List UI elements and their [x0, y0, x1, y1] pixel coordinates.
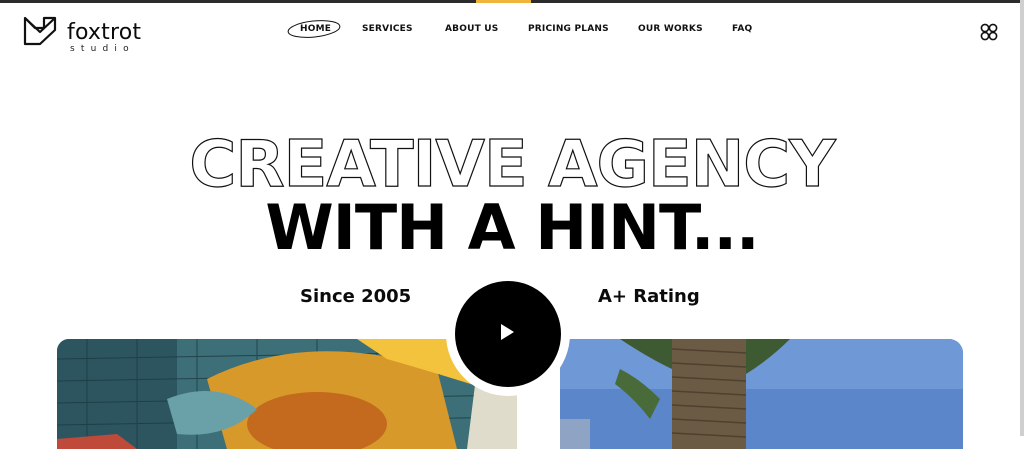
palm-picture [560, 339, 963, 449]
mural-picture [57, 339, 517, 449]
play-video-button[interactable] [455, 281, 561, 387]
brand-subtitle: studio [70, 44, 135, 54]
play-icon [501, 324, 514, 340]
stat-since: Since 2005 [300, 286, 412, 307]
top-accent-bar [476, 0, 531, 3]
graffiti-mural-image [57, 339, 517, 449]
hero-title-outline: CREATIVE AGENCY [189, 128, 836, 202]
nav-home[interactable]: HOME [300, 24, 331, 34]
hero-heading: CREATIVE AGENCY WITH A HINT... [0, 128, 1024, 264]
nav-pricing-plans[interactable]: PRICING PLANS [528, 24, 609, 34]
nav-about-us[interactable]: ABOUT US [445, 24, 498, 34]
brand-name: foxtrot [67, 20, 142, 45]
stat-rating: A+ Rating [598, 286, 700, 307]
palm-tree-image [560, 339, 963, 449]
nav-faq[interactable]: FAQ [732, 24, 752, 34]
hero-title-solid: WITH A HINT... [265, 191, 759, 264]
four-dots-menu-icon[interactable] [979, 22, 999, 42]
nav-services[interactable]: SERVICES [362, 24, 413, 34]
nav-our-works[interactable]: OUR WORKS [638, 24, 703, 34]
fox-logo-icon [23, 16, 57, 46]
brand-logo[interactable]: foxtrot studio [22, 14, 162, 54]
